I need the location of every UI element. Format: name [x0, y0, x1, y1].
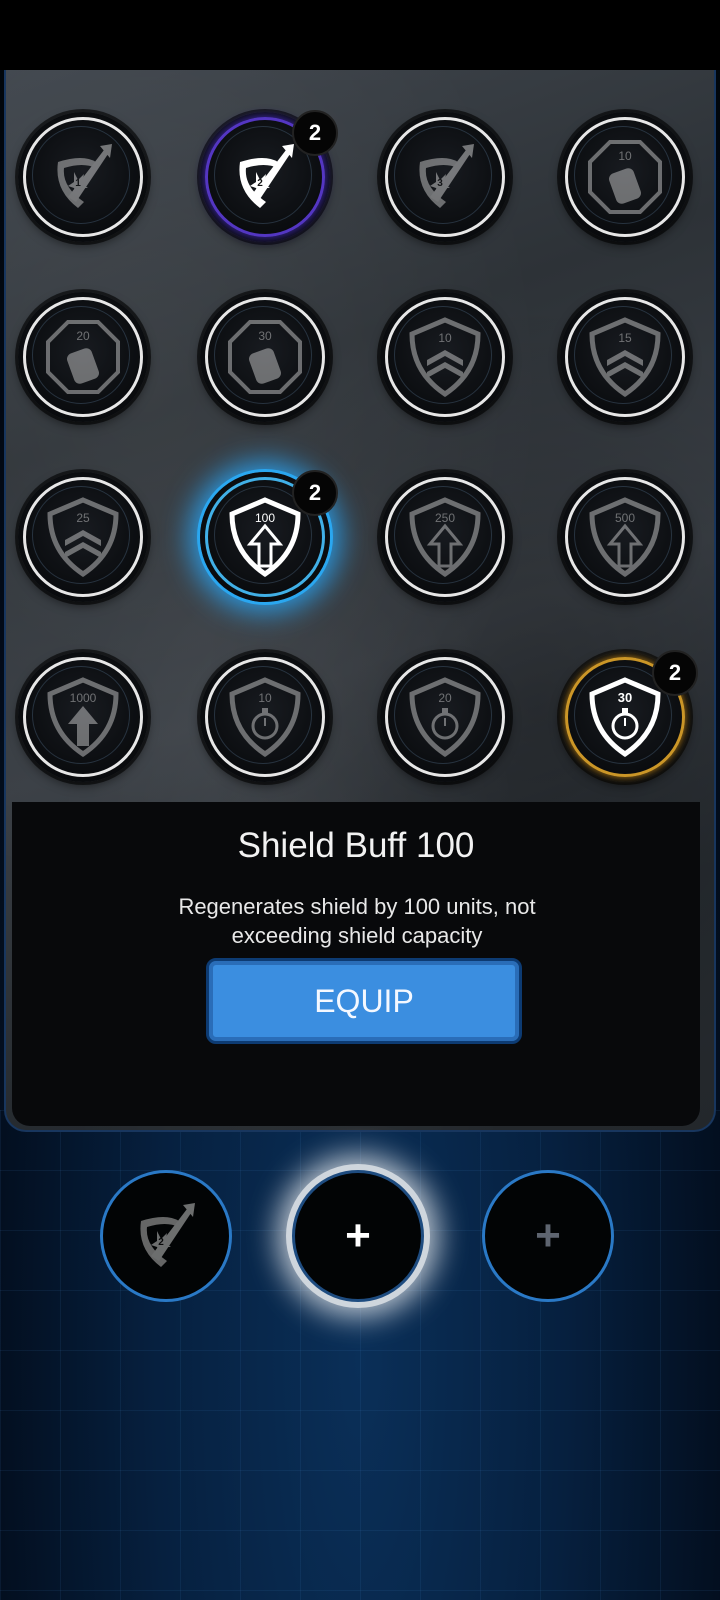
powerup-label: 500 — [615, 511, 635, 525]
powerup-details: Shield Buff 100 Regenerates shield by 10… — [12, 802, 700, 1126]
powerup-label: 10 — [618, 149, 632, 163]
powerup-label: 3 — [437, 178, 443, 189]
plus-icon: + — [535, 1211, 561, 1260]
shield-timer-icon: 10 — [229, 677, 301, 758]
attack-boost-icon: 1 — [57, 144, 112, 208]
count-badge: 2 — [292, 110, 338, 156]
powerup-shield-timer-20[interactable]: 20 — [380, 652, 510, 782]
ammo-canister-icon: 10 — [588, 140, 662, 214]
powerup-label: 1000 — [70, 691, 97, 705]
equip-button[interactable]: EQUIP — [206, 958, 522, 1044]
powerup-label: 100 — [255, 511, 275, 525]
powerup-label: 2 — [257, 178, 263, 189]
powerup-shield-buff-100[interactable]: 100 2 — [200, 470, 338, 602]
powerup-attack-boost-3[interactable]: 3 — [380, 112, 510, 242]
ammo-canister-icon: 20 — [46, 320, 120, 394]
powerup-label: 20 — [76, 329, 90, 343]
top-status-bar — [0, 0, 720, 70]
powerup-ammo-20[interactable]: 20 — [18, 292, 148, 422]
powerup-shield-timer-10[interactable]: 10 — [200, 652, 330, 782]
powerup-rank-shield-15[interactable]: 15 — [560, 292, 690, 422]
equipped-slot-3[interactable]: + — [482, 1170, 614, 1302]
powerup-ammo-30[interactable]: 30 — [200, 292, 330, 422]
powerup-label: 20 — [438, 691, 452, 705]
powerup-attack-boost-2[interactable]: 2 2 — [200, 110, 338, 242]
powerup-grid: 1 2 2 3 10 20 30 10 15 25 100 2 250 500 … — [6, 70, 714, 800]
powerup-label: 30 — [618, 690, 632, 705]
powerup-ammo-10[interactable]: 10 — [560, 112, 690, 242]
powerup-label: 30 — [258, 329, 272, 343]
powerup-label: 2 — [158, 1237, 164, 1248]
equipped-slot-2[interactable]: + — [292, 1170, 424, 1302]
powerup-label: 10 — [438, 331, 452, 345]
powerup-rank-shield-25[interactable]: 25 — [18, 472, 148, 602]
powerup-attack-boost-1[interactable]: 1 — [18, 112, 148, 242]
powerup-panel: 1 2 2 3 10 20 30 10 15 25 100 2 250 500 … — [4, 70, 716, 1132]
attack-boost-icon: 3 — [419, 144, 474, 208]
powerup-label: 25 — [76, 511, 90, 525]
powerup-description: Regenerates shield by 100 units, not exc… — [178, 894, 536, 948]
equipped-slot-1[interactable]: 2 — [100, 1170, 232, 1302]
count-badge: 2 — [292, 470, 338, 516]
powerup-label: 10 — [258, 691, 272, 705]
shield-buff-icon: 500 — [589, 497, 661, 578]
powerup-shield-buff-250[interactable]: 250 — [380, 472, 510, 602]
rank-shield-icon: 10 — [409, 317, 481, 398]
powerup-shield-buff-1000[interactable]: 1000 — [18, 652, 148, 782]
plus-icon: + — [345, 1211, 371, 1260]
powerup-shield-timer-30[interactable]: 30 2 — [560, 650, 698, 782]
powerup-title: Shield Buff 100 — [237, 826, 475, 865]
count-badge: 2 — [652, 650, 698, 696]
shield-buff-icon: 250 — [409, 497, 481, 578]
powerup-label: 250 — [435, 511, 455, 525]
powerup-shield-buff-500[interactable]: 500 — [560, 472, 690, 602]
shield-timer-icon: 20 — [409, 677, 481, 758]
attack-boost-icon: 2 — [140, 1203, 195, 1267]
powerup-label: 15 — [618, 331, 632, 345]
ammo-canister-icon: 30 — [228, 320, 302, 394]
powerup-rank-shield-10[interactable]: 10 — [380, 292, 510, 422]
rank-shield-icon: 15 — [589, 317, 661, 398]
shield-buff-icon: 1000 — [47, 677, 119, 758]
powerup-label: 1 — [75, 178, 81, 189]
rank-shield-icon: 25 — [47, 497, 119, 578]
